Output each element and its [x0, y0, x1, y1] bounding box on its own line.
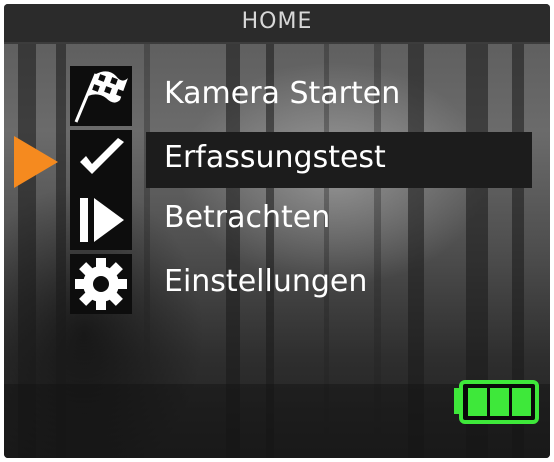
title-bar: HOME: [4, 4, 550, 44]
battery-icon: [454, 380, 539, 424]
play-icon: [70, 190, 132, 250]
menu-item-erfassungstest[interactable]: Erfassungstest: [70, 130, 540, 190]
gear-icon: [70, 254, 132, 314]
menu-item-einstellungen[interactable]: Einstellungen: [70, 254, 540, 314]
menu-item-label: Einstellungen: [164, 264, 368, 299]
checkmark-icon: [70, 130, 132, 190]
camera-screen: HOME Kamera Starten Erfassungstest Betra…: [4, 4, 550, 458]
menu-item-label: Betrachten: [164, 200, 331, 235]
menu-item-kamera-starten[interactable]: Kamera Starten: [70, 66, 540, 126]
menu-item-label: Kamera Starten: [164, 76, 401, 111]
menu-item-label: Erfassungstest: [164, 140, 386, 175]
checkered-flag-icon: [70, 66, 132, 126]
selection-cursor-icon: [14, 136, 58, 188]
menu-item-betrachten[interactable]: Betrachten: [70, 190, 540, 250]
page-title: HOME: [241, 9, 313, 34]
